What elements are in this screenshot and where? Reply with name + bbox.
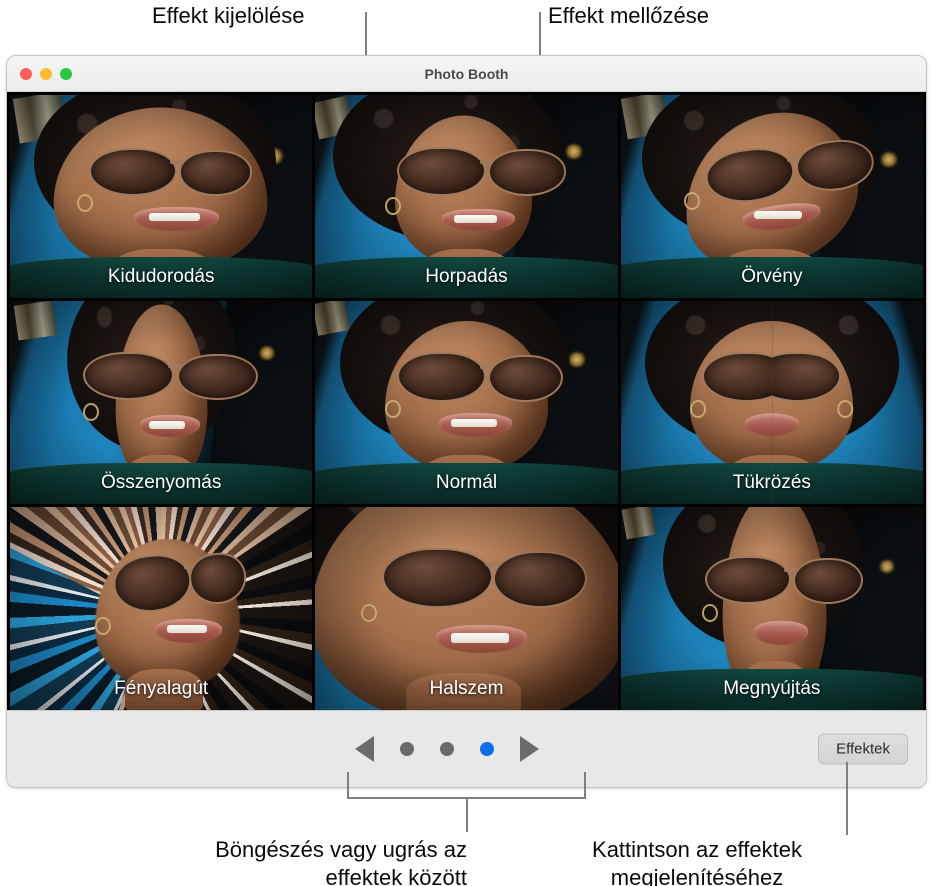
effect-thumbnail — [620, 301, 923, 504]
effect-thumbnail — [620, 95, 923, 298]
photo-booth-window: Photo Booth Kidudorodás Horpadás Örvény … — [6, 55, 927, 788]
effect-thumbnail — [315, 95, 618, 298]
minimize-button[interactable] — [40, 67, 52, 80]
callout-browse-bracket-left — [347, 772, 349, 799]
page-dot-3[interactable] — [479, 742, 494, 756]
effects-grid: Kidudorodás Horpadás Örvény Összenyomás … — [7, 92, 926, 710]
page-dot-2[interactable] — [439, 742, 454, 756]
effect-cell-fisheye[interactable]: Halszem — [315, 507, 618, 710]
effect-cell-normal[interactable]: Normál — [315, 301, 618, 504]
callout-skip-effect-label: Effekt mellőzése — [548, 3, 710, 28]
effect-cell-stretch[interactable]: Megnyújtás — [620, 507, 923, 710]
callout-browse-bracket-right — [584, 772, 586, 799]
effect-thumbnail — [315, 301, 618, 504]
callout-show-effects-label: Kattintson az effektek megjelenítéséhez — [548, 836, 846, 886]
screenshot-root: Effekt kijelölése Effekt mellőzése Photo… — [0, 0, 931, 886]
callout-select-effect-label: Effekt kijelölése — [152, 3, 305, 28]
effects-toolbar: Effektek — [7, 710, 926, 787]
effect-cell-dent[interactable]: Horpadás — [315, 95, 618, 298]
previous-page-arrow-icon[interactable] — [354, 736, 374, 762]
effect-cell-squeeze[interactable]: Összenyomás — [10, 301, 313, 504]
effects-pager — [354, 736, 539, 762]
effect-thumbnail — [10, 507, 313, 710]
effects-button[interactable]: Effektek — [818, 733, 908, 765]
callout-browse-line-1: Böngészés vagy ugrás az — [215, 837, 467, 862]
page-dot-1[interactable] — [399, 742, 414, 756]
effect-thumbnail — [10, 95, 313, 298]
window-controls — [20, 67, 72, 80]
callout-show-effects-leader — [846, 762, 848, 835]
effect-cell-bulge[interactable]: Kidudorodás — [10, 95, 313, 298]
callout-browse-leader — [466, 797, 468, 832]
effect-cell-mirror[interactable]: Tükrözés — [620, 301, 923, 504]
effect-thumbnail — [620, 507, 923, 710]
callout-browse-label: Böngészés vagy ugrás az effektek között — [127, 836, 467, 886]
effect-thumbnail — [315, 507, 618, 710]
window-title: Photo Booth — [424, 65, 509, 82]
callout-show-effects-line-2: megjelenítéséhez — [610, 864, 784, 886]
window-titlebar[interactable]: Photo Booth — [7, 56, 926, 92]
zoom-button[interactable] — [60, 67, 72, 80]
callout-browse-line-2: effektek között — [325, 864, 467, 886]
next-page-arrow-icon[interactable] — [519, 736, 539, 762]
effect-thumbnail — [10, 301, 313, 504]
effect-cell-light-tunnel[interactable]: Fényalagút — [10, 507, 313, 710]
close-button[interactable] — [20, 67, 32, 80]
effect-cell-twirl[interactable]: Örvény — [620, 95, 923, 298]
callout-show-effects-line-1: Kattintson az effektek — [592, 837, 802, 862]
